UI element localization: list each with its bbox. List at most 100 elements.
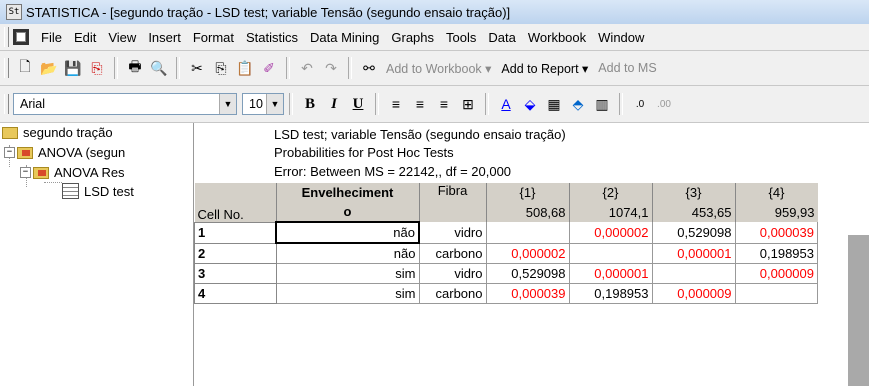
cell-fibra[interactable]: vidro [419,263,487,284]
increase-decimal-icon[interactable]: .0 [629,93,651,115]
cut-icon[interactable]: ✂ [186,57,208,79]
undo-icon[interactable]: ↶ [296,57,318,79]
add-to-ms-button[interactable]: Add to MS [593,61,661,75]
cell-prob[interactable]: 0,198953 [569,283,653,304]
row-header[interactable]: 1 [194,221,277,244]
cell-prob[interactable] [569,243,653,264]
pdf-icon[interactable]: ⎘ [86,57,108,79]
cell-envelhecimento[interactable]: sim [276,263,420,284]
cell-prob[interactable]: 0,198953 [735,243,818,264]
cell-prob[interactable] [652,263,736,284]
menu-file[interactable]: File [35,30,68,45]
toolbar-separator [289,93,293,115]
paste-icon[interactable]: 📋 [234,57,256,79]
cell-prob[interactable]: 0,000002 [486,243,570,264]
align-left-icon[interactable]: ≡ [385,93,407,115]
cell-fibra[interactable]: carbono [419,283,487,304]
row-header[interactable]: 3 [194,263,277,284]
tree-node-lsd-test[interactable]: LSD test [62,183,134,199]
menu-window[interactable]: Window [592,30,650,45]
merge-icon[interactable]: ⊞ [457,93,479,115]
cell-prob[interactable]: 0,529098 [652,222,736,244]
border-icon[interactable]: ▦ [543,93,565,115]
menu-data[interactable]: Data [482,30,521,45]
font-select-value: Arial [20,97,46,111]
menu-workbook[interactable]: Workbook [522,30,592,45]
cell-envelhecimento[interactable]: não [276,243,420,264]
column-header-mean-1: 508,68 [485,202,569,222]
column-header-cell-no[interactable]: Cell No. [194,183,276,222]
menu-data-mining[interactable]: Data Mining [304,30,385,45]
font-size-select[interactable]: 10 ▼ [242,93,284,115]
row-header[interactable]: 4 [194,283,277,304]
toolbar-separator [619,93,623,115]
cell-envelhecimento[interactable]: não [275,221,420,244]
menu-graphs[interactable]: Graphs [385,30,440,45]
cell-prob[interactable] [735,283,818,304]
binoculars-icon[interactable]: ⚯ [358,57,380,79]
font-select[interactable]: Arial ▼ [13,93,237,115]
menu-edit[interactable]: Edit [68,30,102,45]
bold-icon[interactable]: B [299,93,321,115]
highlight-icon[interactable]: ⬘ [567,93,589,115]
print-preview-icon[interactable]: 🔍 [148,57,170,79]
print-icon[interactable]: 🖶 [124,57,146,79]
italic-icon[interactable]: I [323,93,345,115]
document-icon[interactable] [13,29,29,45]
cell-fibra[interactable]: carbono [419,243,487,264]
chevron-down-icon[interactable]: ▼ [219,94,236,114]
save-icon[interactable]: 💾 [62,57,84,79]
table-row[interactable]: 3 sim vidro 0,529098 0,000001 0,000009 [194,263,818,284]
align-center-icon[interactable]: ≡ [409,93,431,115]
add-to-workbook-button[interactable]: Add to Workbook ▾ [381,61,496,76]
add-to-report-button[interactable]: Add to Report ▾ [496,61,593,76]
table-row[interactable]: 2 não carbono 0,000002 0,000001 0,198953 [194,242,818,264]
align-right-icon[interactable]: ≡ [433,93,455,115]
collapse-icon[interactable]: − [4,147,15,158]
menu-view[interactable]: View [102,30,142,45]
workbook-tree: segundo tração − ANOVA (segun − ANOVA Re… [0,123,194,386]
cell-prob[interactable] [486,222,570,244]
underline-icon[interactable]: U [347,93,369,115]
column-header-envelhecimento[interactable]: Envelheciment [275,183,419,202]
font-size-value: 10 [249,97,263,111]
new-file-icon[interactable]: 🗋 [14,57,36,79]
table-row[interactable]: 1 não vidro 0,000002 0,529098 0,000039 [194,221,818,244]
redo-icon[interactable]: ↷ [320,57,342,79]
decrease-decimal-icon[interactable]: .00 [653,93,675,115]
shading-icon[interactable]: ▥ [591,93,613,115]
cell-fibra[interactable]: vidro [419,222,487,244]
menu-statistics[interactable]: Statistics [240,30,304,45]
cell-prob[interactable]: 0,000009 [652,283,736,304]
cell-prob[interactable]: 0,000039 [735,222,818,244]
cell-prob[interactable]: 0,000039 [486,283,570,304]
column-header-id-1[interactable]: {1} [485,183,569,202]
tree-node-label: ANOVA (segun [38,145,126,160]
cell-prob[interactable]: 0,000001 [652,243,736,264]
collapse-icon[interactable]: − [20,167,31,178]
chevron-down-icon[interactable]: ▼ [266,94,283,114]
cell-prob[interactable]: 0,529098 [486,263,570,284]
open-folder-icon[interactable]: 📂 [38,57,60,79]
format-painter-icon[interactable]: ✐ [258,57,280,79]
row-header[interactable]: 2 [194,242,277,264]
cell-envelhecimento[interactable]: sim [276,283,420,304]
column-header-id-3[interactable]: {3} [651,183,735,202]
tree-node-anova-2[interactable]: − ANOVA Res [20,165,125,180]
menu-format[interactable]: Format [187,30,240,45]
cell-prob[interactable]: 0,000009 [735,263,818,284]
fill-color-icon[interactable]: ⬙ [519,93,541,115]
table-row[interactable]: 4 sim carbono 0,000039 0,198953 0,000009 [194,283,818,304]
cell-prob[interactable]: 0,000002 [569,222,653,244]
menu-tools[interactable]: Tools [440,30,482,45]
font-color-icon[interactable]: A [495,93,517,115]
column-header-id-2[interactable]: {2} [568,183,652,202]
tree-node-anova-1[interactable]: − ANOVA (segun [4,145,125,160]
column-header-fibra[interactable]: Fibra [418,183,486,222]
tree-node-root[interactable]: segundo tração [2,125,113,140]
copy-icon[interactable]: ⎘ [210,57,232,79]
toolbar-grip [4,58,9,78]
menu-insert[interactable]: Insert [142,30,187,45]
cell-prob[interactable]: 0,000001 [569,263,653,284]
column-header-id-4[interactable]: {4} [734,183,818,202]
